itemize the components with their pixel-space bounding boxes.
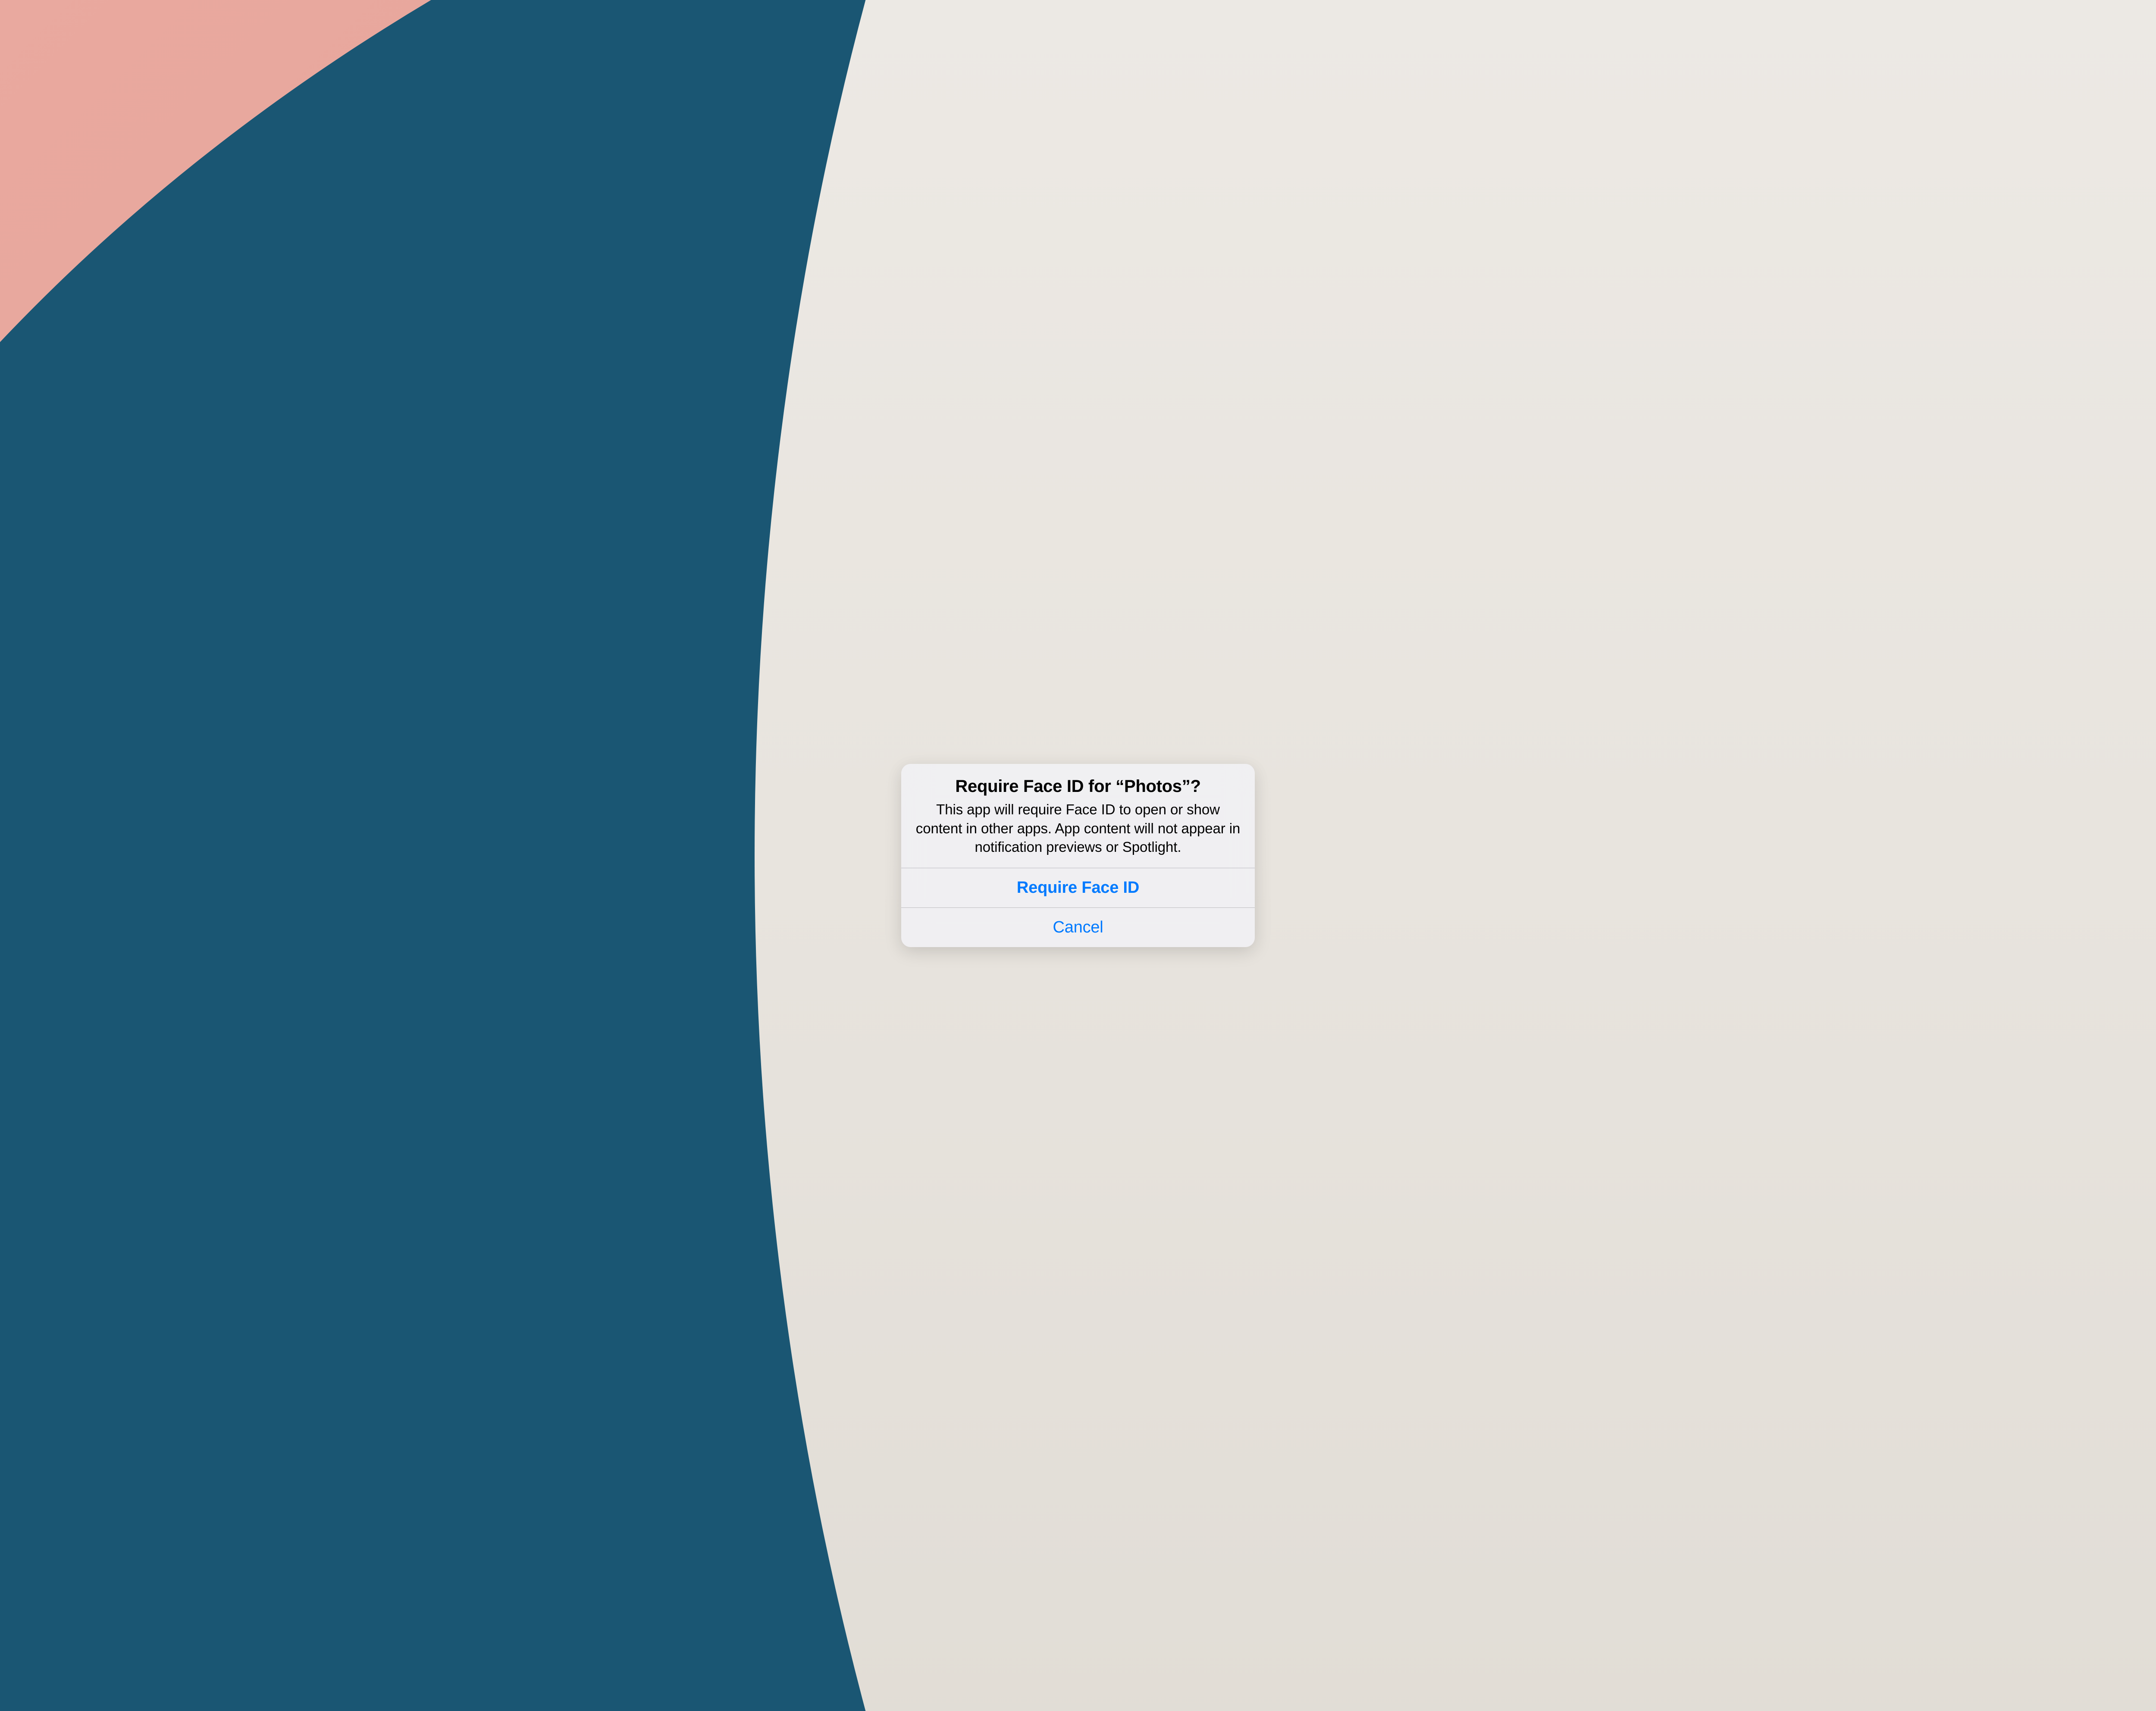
alert-content: Require Face ID for “Photos”? This app w… [901, 764, 1255, 868]
alert-title: Require Face ID for “Photos”? [915, 776, 1241, 797]
alert-message: This app will require Face ID to open or… [915, 800, 1241, 857]
cancel-button[interactable]: Cancel [901, 907, 1255, 947]
require-face-id-button[interactable]: Require Face ID [901, 868, 1255, 907]
alert-dialog: Require Face ID for “Photos”? This app w… [901, 764, 1255, 947]
